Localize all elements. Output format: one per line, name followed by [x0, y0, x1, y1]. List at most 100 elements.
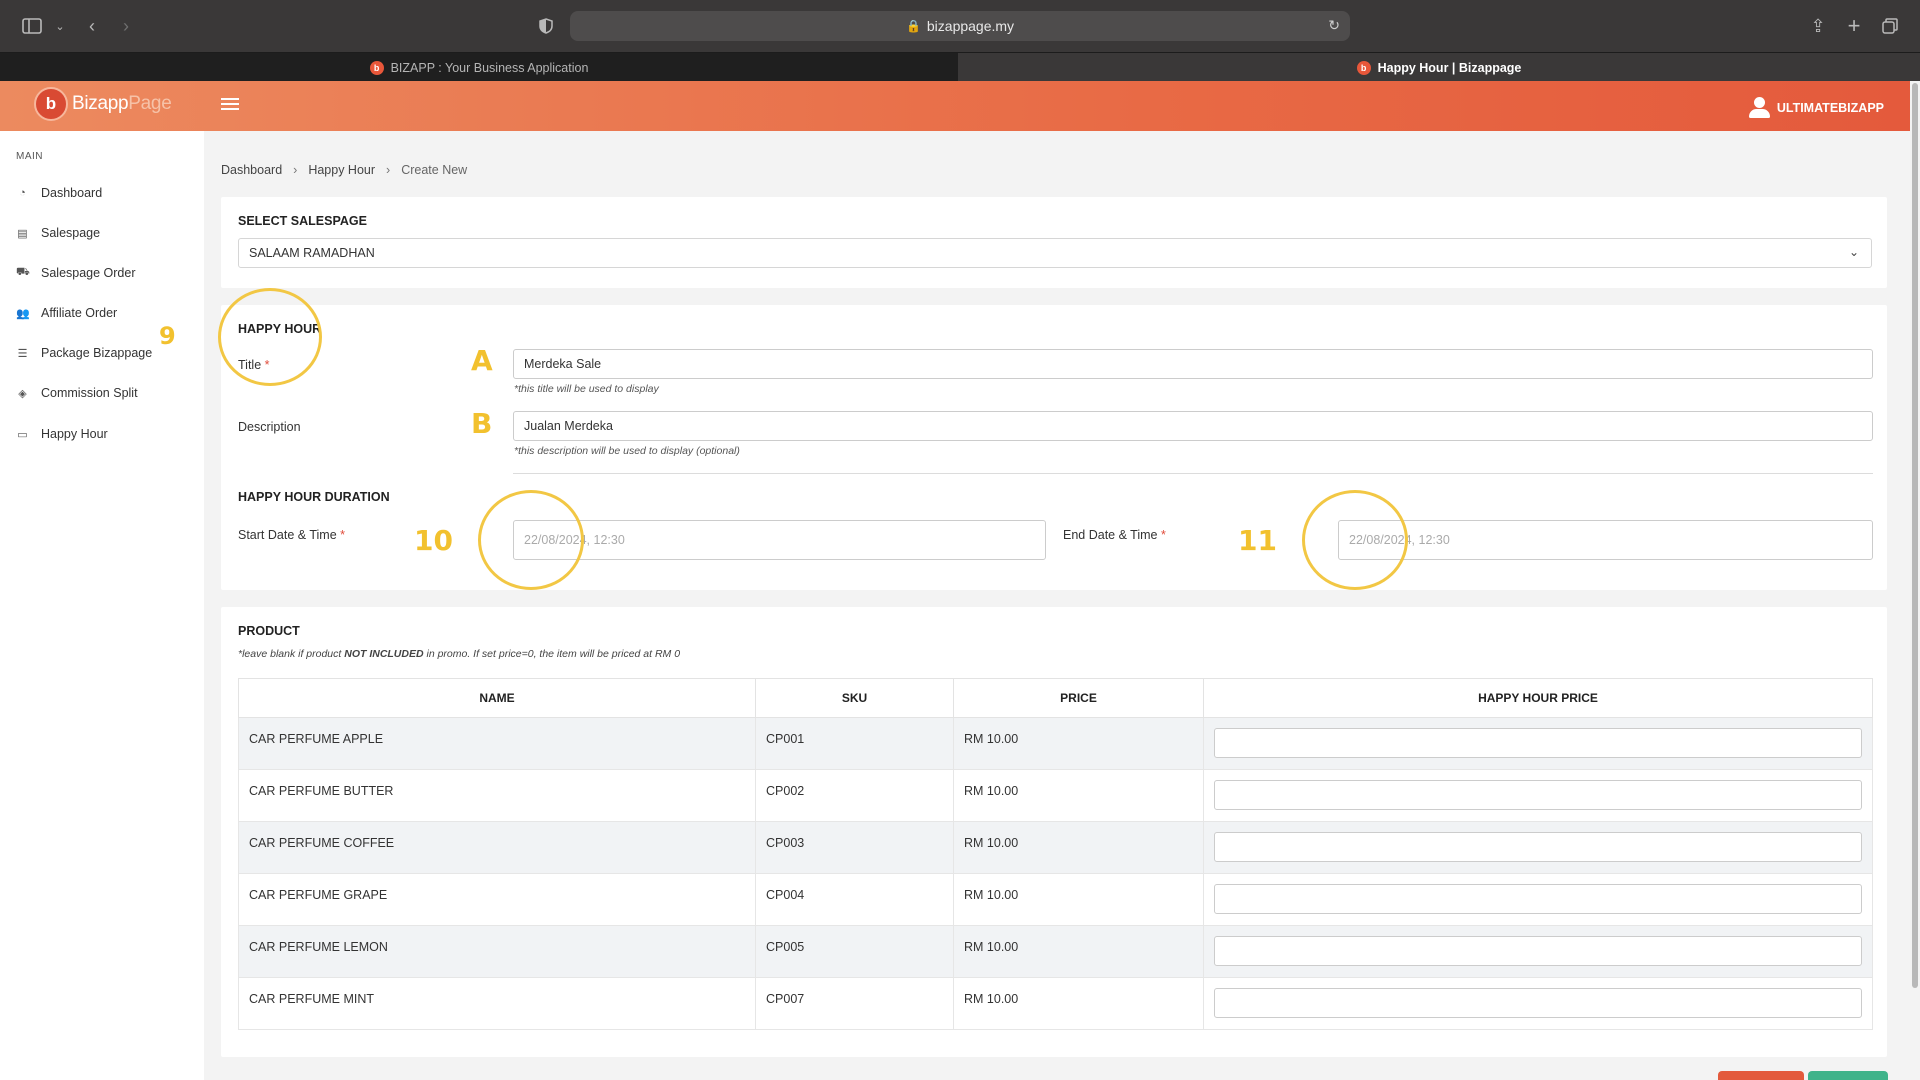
start-date-input[interactable]: 22/08/2024, 12:30 [513, 520, 1046, 560]
table-row: CAR PERFUME APPLE CP001 RM 10.00 [238, 717, 1873, 770]
product-name-cell: CAR PERFUME APPLE [238, 717, 756, 770]
title-input[interactable]: Merdeka Sale [513, 349, 1873, 379]
sidebar: MAIN ◔ Dashboard ▤ Salespage ⛟ Salespage… [0, 131, 204, 1080]
reload-icon[interactable]: ↻ [1328, 17, 1340, 34]
split-icon: ◈ [18, 387, 27, 400]
table-row: CAR PERFUME BUTTER CP002 RM 10.00 [238, 769, 1873, 822]
product-price-cell: RM 10.00 [953, 873, 1204, 926]
happy-hour-price-input[interactable] [1214, 728, 1862, 758]
dashboard-icon: ◔ [19, 187, 26, 199]
happy-hour-price-input[interactable] [1214, 936, 1862, 966]
product-price-cell: RM 10.00 [953, 717, 1204, 770]
save-button[interactable] [1808, 1071, 1888, 1080]
sidebar-item-salespage-order[interactable]: ⛟ Salespage Order [16, 266, 136, 280]
page-scrollbar[interactable] [1910, 81, 1920, 1080]
new-tab-icon[interactable]: + [1842, 13, 1866, 38]
bizapp-favicon-icon: b [369, 60, 384, 75]
logo-text: BizappPage [72, 93, 172, 114]
happy-hour-price-cell [1203, 873, 1873, 926]
sidebar-item-label: Happy Hour [41, 427, 108, 441]
breadcrumb-separator-icon: › [386, 163, 391, 177]
annotation-a: A [471, 344, 493, 377]
column-header-happy-hour-price: HAPPY HOUR PRICE [1203, 678, 1873, 718]
cancel-button[interactable] [1718, 1071, 1804, 1080]
address-bar[interactable]: 🔒 bizappage.my ↻ [570, 11, 1350, 41]
sidebar-item-label: Commission Split [41, 386, 138, 400]
list-icon: ☰ [17, 347, 28, 360]
annotation-11: 11 [1238, 524, 1277, 557]
happy-hour-price-cell [1203, 717, 1873, 770]
user-menu[interactable]: ULTIMATEBIZAPP [1748, 97, 1884, 119]
breadcrumb-dashboard[interactable]: Dashboard [221, 163, 282, 177]
forward-icon[interactable]: › [114, 14, 138, 38]
product-name-cell: CAR PERFUME COFFEE [238, 821, 756, 874]
title-input-value: Merdeka Sale [524, 357, 602, 371]
share-icon[interactable]: ⇪ [1806, 14, 1830, 38]
browser-tab-happy-hour[interactable]: b Happy Hour | Bizappage [958, 53, 1920, 82]
cart-icon: ⛟ [16, 266, 30, 278]
description-input-value: Jualan Merdeka [524, 419, 613, 433]
happy-hour-price-input[interactable] [1214, 884, 1862, 914]
user-icon [1748, 97, 1770, 119]
sidebar-item-package-bizappage[interactable]: ☰ Package Bizappage [16, 346, 153, 360]
back-icon[interactable]: ‹ [80, 14, 104, 38]
breadcrumb: Dashboard › Happy Hour › Create New [221, 163, 467, 177]
breadcrumb-separator-icon: › [293, 163, 298, 177]
happy-hour-price-input[interactable] [1214, 988, 1862, 1018]
product-name-cell: CAR PERFUME LEMON [238, 925, 756, 978]
user-name: ULTIMATEBIZAPP [1776, 101, 1884, 115]
bizapppage-logo[interactable]: b BizappPage [34, 87, 172, 121]
table-row: CAR PERFUME MINT CP007 RM 10.00 [238, 977, 1873, 1030]
menu-toggle-icon[interactable] [221, 95, 239, 115]
column-header-price: PRICE [953, 678, 1204, 718]
product-sku-cell: CP003 [755, 821, 954, 874]
users-icon: 👥 [16, 307, 30, 320]
happy-hour-price-cell [1203, 821, 1873, 874]
sidebar-toggle-icon[interactable] [20, 14, 44, 38]
annotation-circle [218, 288, 322, 386]
select-salespage-card: SELECT SALESPAGE SALAAM RAMADHAN ⌄ [221, 197, 1887, 288]
table-row: CAR PERFUME GRAPE CP004 RM 10.00 [238, 873, 1873, 926]
sidebar-item-label: Package Bizappage [41, 346, 153, 360]
product-note: *leave blank if product NOT INCLUDED in … [238, 648, 681, 660]
product-price-cell: RM 10.00 [953, 925, 1204, 978]
salespage-select[interactable]: SALAAM RAMADHAN ⌄ [238, 238, 1872, 268]
column-header-name: NAME [238, 678, 756, 718]
annotation-circle [478, 490, 584, 590]
sidebar-item-affiliate-order[interactable]: 👥 Affiliate Order [16, 306, 117, 320]
happy-hour-price-input[interactable] [1214, 780, 1862, 810]
annotation-10: 10 [414, 524, 453, 557]
shield-icon[interactable] [534, 14, 558, 38]
description-input[interactable]: Jualan Merdeka [513, 411, 1873, 441]
product-sku-cell: CP004 [755, 873, 954, 926]
happy-hour-price-input[interactable] [1214, 832, 1862, 862]
product-name-cell: CAR PERFUME GRAPE [238, 873, 756, 926]
browser-tab-bizapp[interactable]: b BIZAPP : Your Business Application [0, 53, 958, 82]
happy-hour-duration-title: HAPPY HOUR DURATION [238, 490, 390, 504]
product-price-cell: RM 10.00 [953, 821, 1204, 874]
sidebar-item-dashboard[interactable]: ◔ Dashboard [16, 186, 102, 200]
product-title: PRODUCT [238, 624, 300, 638]
happy-hour-price-cell [1203, 925, 1873, 978]
browser-toolbar: ⌄ ‹ › 🔒 bizappage.my ↻ ⇪ + [0, 0, 1920, 52]
sidebar-section-label: MAIN [16, 151, 43, 162]
tab-overview-icon[interactable] [1878, 14, 1902, 38]
description-label: Description [238, 420, 301, 434]
sidebar-item-commission-split[interactable]: ◈ Commission Split [16, 386, 138, 400]
product-name-cell: CAR PERFUME MINT [238, 977, 756, 1030]
product-sku-cell: CP001 [755, 717, 954, 770]
logo-mark-icon: b [34, 87, 68, 121]
sidebar-item-happy-hour[interactable]: ▭ Happy Hour [16, 427, 108, 441]
sidebar-item-label: Salespage Order [41, 266, 136, 280]
sidebar-item-salespage[interactable]: ▤ Salespage [16, 226, 100, 240]
annotation-9: 9 [159, 322, 176, 350]
breadcrumb-happy-hour[interactable]: Happy Hour [308, 163, 375, 177]
end-date-input[interactable]: 22/08/2024, 12:30 [1338, 520, 1873, 560]
chevron-down-icon[interactable]: ⌄ [48, 14, 72, 38]
tab-label: Happy Hour | Bizappage [1377, 60, 1522, 75]
product-price-cell: RM 10.00 [953, 977, 1204, 1030]
chevron-down-icon: ⌄ [1848, 245, 1859, 259]
lock-icon: 🔒 [905, 19, 921, 33]
table-row: CAR PERFUME COFFEE CP003 RM 10.00 [238, 821, 1873, 874]
sidebar-item-label: Dashboard [41, 186, 103, 200]
